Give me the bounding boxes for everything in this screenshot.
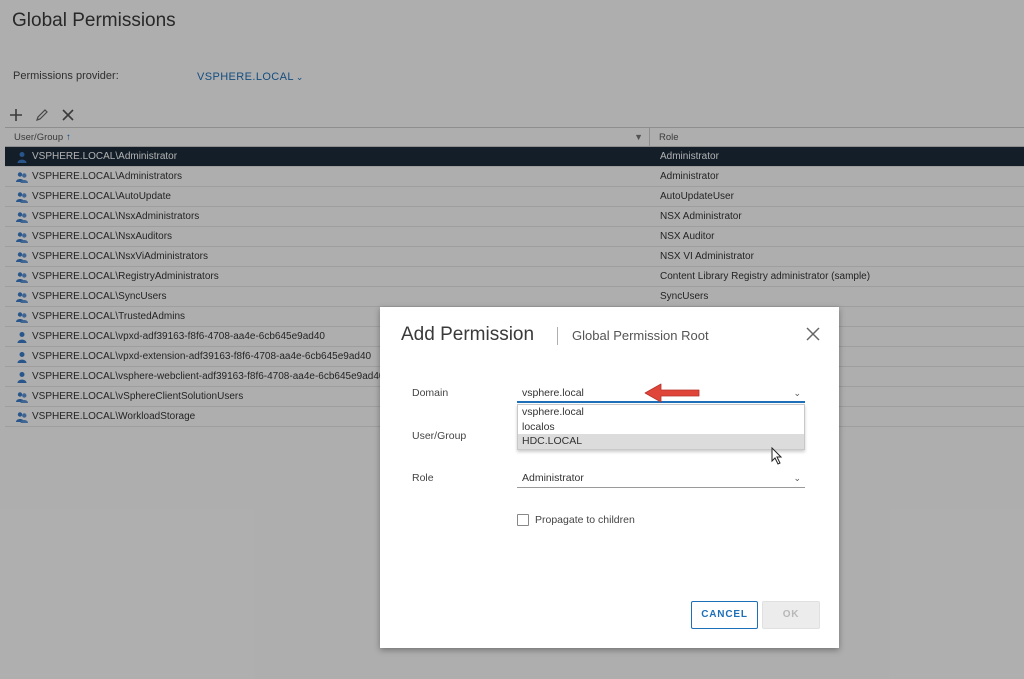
cancel-button[interactable]: CANCEL — [691, 601, 758, 629]
domain-select-value: vsphere.local — [522, 387, 584, 399]
close-icon[interactable] — [806, 327, 820, 345]
chevron-down-icon: ⌄ — [793, 473, 801, 483]
chevron-down-icon: ⌄ — [793, 388, 801, 398]
propagate-option: Propagate to children — [517, 514, 635, 526]
mouse-cursor-icon — [771, 447, 783, 465]
domain-option-vsphere-local[interactable]: vsphere.local — [518, 405, 804, 420]
role-select-value: Administrator — [522, 472, 584, 484]
propagate-label: Propagate to children — [535, 514, 635, 526]
role-select[interactable]: Administrator ⌄ — [517, 470, 805, 488]
role-label: Role — [412, 472, 434, 484]
domain-label: Domain — [412, 387, 449, 399]
domain-option-hdc-local[interactable]: HDC.LOCAL — [518, 434, 804, 449]
ok-button[interactable]: OK — [762, 601, 820, 629]
domain-option-localos[interactable]: localos — [518, 420, 804, 435]
add-permission-dialog: Add Permission Global Permission Root Do… — [380, 307, 839, 648]
annotation-arrow-icon — [644, 383, 700, 403]
dialog-subtitle: Global Permission Root — [572, 328, 709, 343]
dialog-title: Add Permission — [401, 324, 535, 345]
user-group-label: User/Group — [412, 430, 467, 442]
title-divider — [557, 327, 558, 345]
domain-dropdown-menu: vsphere.local localos HDC.LOCAL — [517, 404, 805, 450]
propagate-checkbox[interactable] — [517, 514, 529, 526]
